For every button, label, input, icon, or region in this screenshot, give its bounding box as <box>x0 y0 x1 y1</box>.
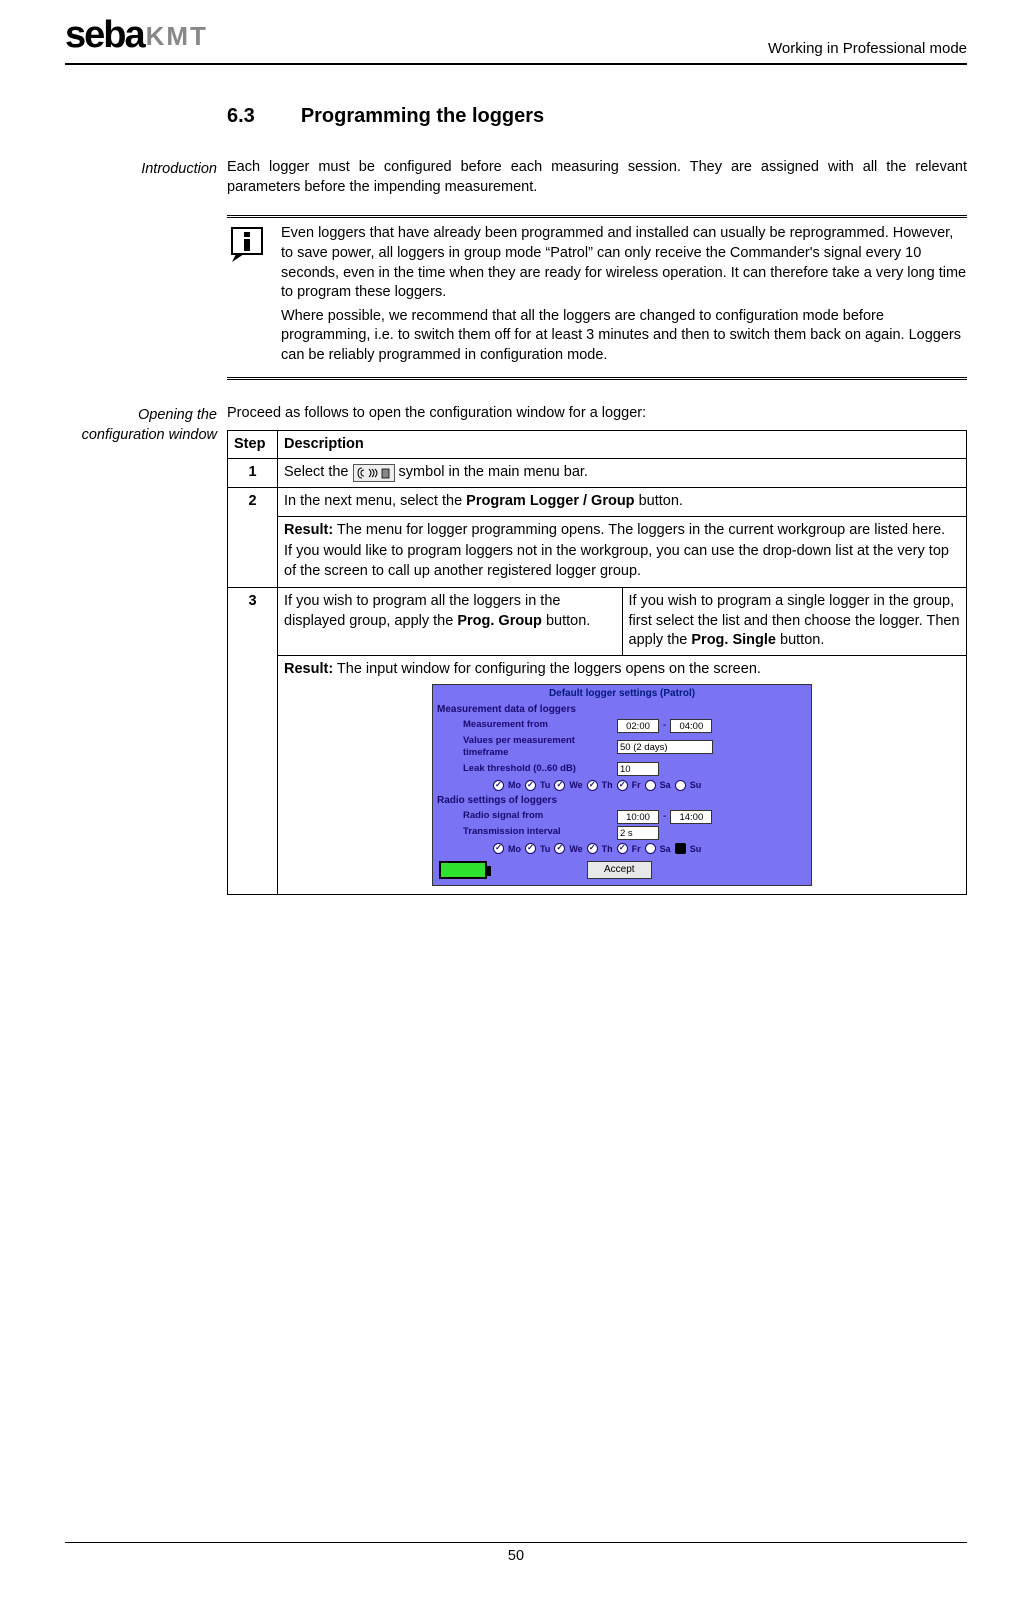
step-3-num: 3 <box>228 588 278 895</box>
cw-title: Default logger settings (Patrol) <box>433 685 811 703</box>
step-1-num: 1 <box>228 459 278 488</box>
table-row: Result: The menu for logger programming … <box>228 516 967 588</box>
cw-leak-val: 10 <box>617 762 659 776</box>
step-3-result: Result: The input window for configuring… <box>278 655 967 894</box>
config-window-screenshot: Default logger settings (Patrol) Measure… <box>432 684 812 886</box>
section-heading: 6.3 Programming the loggers <box>227 103 967 130</box>
note-p2: Where possible, we recommend that all th… <box>281 307 967 366</box>
logo-seba: seba <box>65 10 144 61</box>
page-footer: 50 <box>65 1542 967 1567</box>
cw-radio-from-b: 14:00 <box>670 810 712 824</box>
cw-section-measurement: Measurement data of loggers <box>433 702 811 718</box>
step-1-desc: Select the symbol in the main menu bar. <box>278 459 967 488</box>
step-2-desc: In the next menu, select the Program Log… <box>278 488 967 517</box>
step-3-desc: If you wish to program all the loggers i… <box>278 588 967 656</box>
cw-leak-label: Leak threshold (0..60 dB) <box>463 763 613 776</box>
cw-meas-from-label: Measurement from <box>463 719 613 732</box>
cw-section-radio: Radio settings of loggers <box>433 793 811 809</box>
info-icon <box>227 224 271 264</box>
margin-intro-label: Introduction <box>65 158 217 380</box>
battery-icon <box>439 861 487 879</box>
section-title: Programming the loggers <box>301 103 544 130</box>
logo-kmt: KMT <box>146 19 208 54</box>
opening-lead: Proceed as follows to open the configura… <box>227 404 967 424</box>
col-desc: Description <box>278 430 967 459</box>
margin-opening-label: Opening the configuration window <box>65 404 217 895</box>
cw-days-row-2: ✓Mo ✓Tu ✓We ✓Th ✓Fr Sa Su <box>433 841 811 857</box>
cw-vals-val: 50 (2 days) <box>617 740 713 754</box>
section-number: 6.3 <box>227 103 255 130</box>
table-row: 2 In the next menu, select the Program L… <box>228 488 967 517</box>
logo: seba KMT <box>65 10 208 61</box>
col-step: Step <box>228 430 278 459</box>
step-2-num: 2 <box>228 488 278 588</box>
accept-button: Accept <box>587 861 652 879</box>
page-number: 50 <box>508 1548 524 1564</box>
note-box: Even loggers that have already been prog… <box>227 215 967 380</box>
cw-days-row-1: ✓Mo ✓Tu ✓We ✓Th ✓Fr Sa Su <box>433 777 811 793</box>
cw-meas-from-a: 02:00 <box>617 719 659 733</box>
cw-vals-label: Values per measurement timeframe <box>463 735 613 761</box>
wireless-menu-icon <box>353 464 395 482</box>
cw-radio-from-a: 10:00 <box>617 810 659 824</box>
steps-table: Step Description 1 Select the <box>227 430 967 895</box>
cw-radio-from-label: Radio signal from <box>463 810 613 823</box>
cw-tx-label: Transmission interval <box>463 826 613 839</box>
cw-meas-from-b: 04:00 <box>670 719 712 733</box>
page-header: seba KMT Working in Professional mode <box>65 10 967 65</box>
table-row: 1 Select the symbol in the main menu <box>228 459 967 488</box>
cw-tx-val: 2 s <box>617 826 659 840</box>
table-row: Result: The input window for configuring… <box>228 655 967 894</box>
intro-text: Each logger must be configured before ea… <box>227 158 967 197</box>
note-p1: Even loggers that have already been prog… <box>281 224 967 302</box>
step-2-result: Result: The menu for logger programming … <box>278 516 967 588</box>
table-row: 3 If you wish to program all the loggers… <box>228 588 967 656</box>
header-mode: Working in Professional mode <box>768 39 967 61</box>
